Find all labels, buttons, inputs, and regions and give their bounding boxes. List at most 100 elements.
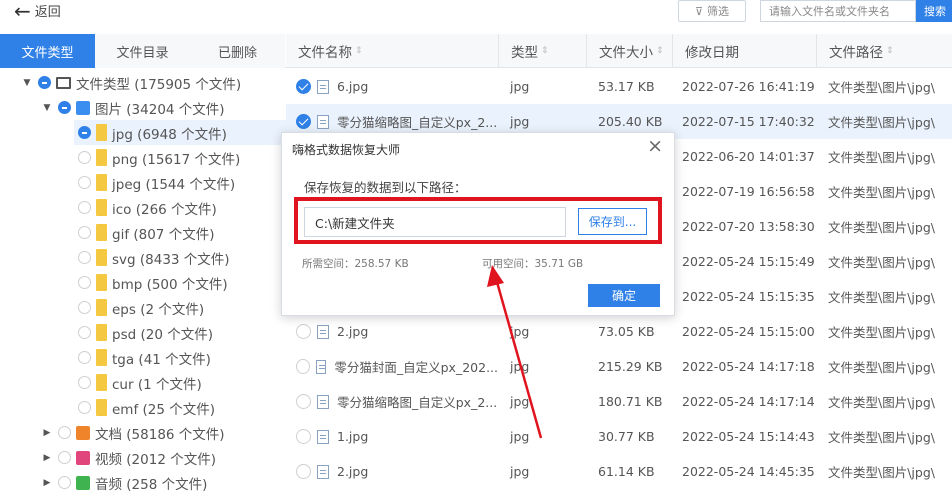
filter-icon: ⊽ [694, 4, 704, 18]
tree-item-gif[interactable]: gif (807 个文件) [78, 220, 214, 245]
tree-item-label: svg (8433 个文件) [112, 251, 230, 268]
caret-down-icon[interactable]: ▼ [40, 103, 54, 113]
cell-path: 文件类型\图片\jpg\ [828, 150, 935, 165]
row-checkbox[interactable] [296, 79, 311, 94]
tree-item-label: emf (25 个文件) [112, 401, 216, 418]
table-header: 文件名称 ⇕ 类型 ⇕ 文件大小 ⇕ 修改日期 文件路径 ⇕ [286, 34, 952, 68]
back-label: 返回 [34, 5, 61, 20]
cell-name: 2.jpg [296, 314, 498, 349]
tree-checkbox[interactable] [78, 401, 91, 414]
table-row[interactable]: 零分猫封面_自定义px_202... jpg 215.29 KB 2022-05-24… [286, 349, 952, 384]
column-header-label: 文件名称 [298, 45, 352, 61]
tree-checkbox[interactable] [78, 326, 91, 339]
caret-down-icon[interactable]: ▼ [20, 78, 34, 88]
tree-item-ico[interactable]: ico (266 个文件) [78, 195, 217, 220]
search-input[interactable] [760, 0, 916, 22]
cell-date: 2022-05-24 15:15:49 [682, 254, 815, 269]
image-file-icon [317, 114, 329, 129]
tree-item-cur[interactable]: cur (1 个文件) [78, 370, 202, 395]
cell-type: jpg [510, 79, 530, 94]
tree-checkbox[interactable] [78, 301, 91, 314]
image-file-icon [317, 394, 329, 409]
folder-icon [96, 149, 107, 166]
sort-icon: ⇕ [541, 46, 549, 56]
column-header-label: 文件大小 [599, 45, 653, 61]
column-header-name[interactable]: 文件名称 ⇕ [286, 34, 498, 68]
tab-file-directory[interactable]: 文件目录 [95, 34, 190, 68]
tree-item-psd[interactable]: psd (20 个文件) [78, 320, 213, 345]
tree-checkbox[interactable] [78, 201, 91, 214]
search-button[interactable]: 搜索 [916, 0, 952, 22]
row-checkbox[interactable] [296, 429, 311, 444]
search-label: 搜索 [924, 5, 946, 18]
caret-right-icon[interactable]: ▶ [40, 428, 54, 438]
tree-checkbox[interactable] [78, 276, 91, 289]
tree-item-audio[interactable]: ▶ 音频 (258 个文件) [40, 470, 207, 495]
tab-deleted[interactable]: 已删除 [190, 34, 285, 68]
tree-item-bmp[interactable]: bmp (500 个文件) [78, 270, 228, 295]
column-header-size[interactable]: 文件大小 ⇕ [586, 34, 672, 68]
tree-item-label: 视频 (2012 个文件) [95, 451, 216, 468]
tree-checkbox[interactable] [78, 376, 91, 389]
cell-path: 文件类型\图片\jpg\ [828, 115, 935, 130]
cell-name: 6.jpg [296, 69, 498, 104]
tree-item-images[interactable]: ▼ 图片 (34204 个文件) [40, 95, 225, 120]
tree-item-jpeg[interactable]: jpeg (1544 个文件) [78, 170, 235, 195]
tree-checkbox[interactable] [78, 126, 91, 139]
tree-item-label: psd (20 个文件) [112, 326, 213, 343]
filter-button[interactable]: ⊽ 筛选 [678, 0, 746, 22]
table-row[interactable]: 2.jpg jpg 73.05 KB 2022-05-24 15:15:00 文件类型\… [286, 314, 952, 349]
table-row[interactable]: 6.jpg jpg 53.17 KB 2022-07-26 16:41:19 文件类型\… [286, 69, 952, 104]
cell-name: 1.jpg [296, 419, 498, 454]
cell-date: 2022-07-15 17:40:32 [682, 114, 815, 129]
caret-right-icon[interactable]: ▶ [40, 453, 54, 463]
tree-checkbox[interactable] [78, 251, 91, 264]
table-row[interactable]: 1.jpg jpg 30.77 KB 2022-05-24 15:14:43 文件类型\… [286, 419, 952, 454]
tree-checkbox[interactable] [58, 451, 71, 464]
tree-item-jpg[interactable]: jpg (6948 个文件) [74, 120, 364, 145]
tree-checkbox[interactable] [78, 226, 91, 239]
filter-label: 筛选 [707, 5, 730, 18]
cell-name: 2.jpg [296, 454, 498, 489]
tree-checkbox[interactable] [58, 101, 71, 114]
tree-item-svg[interactable]: svg (8433 个文件) [78, 245, 230, 270]
caret-right-icon[interactable]: ▶ [40, 478, 54, 488]
row-checkbox[interactable] [296, 114, 311, 129]
confirm-button[interactable]: 确定 [588, 284, 660, 307]
cell-date: 2022-05-24 15:14:43 [682, 429, 815, 444]
cell-date: 2022-07-26 16:41:19 [682, 79, 815, 94]
row-checkbox[interactable] [296, 359, 310, 374]
column-header-date[interactable]: 修改日期 [672, 34, 816, 68]
tree-checkbox[interactable] [78, 151, 91, 164]
folder-icon [96, 299, 107, 316]
tree-item-emf[interactable]: emf (25 个文件) [78, 395, 215, 420]
row-checkbox[interactable] [296, 394, 311, 409]
tree-item-videos[interactable]: ▶ 视频 (2012 个文件) [40, 445, 216, 470]
tree-checkbox[interactable] [38, 76, 51, 89]
column-header-path[interactable]: 文件路径 ⇕ [816, 34, 952, 68]
dialog-title: 嗨格式数据恢复大师 [292, 143, 401, 157]
tree-checkbox[interactable] [78, 351, 91, 364]
back-button[interactable]: ← 返回 [14, 1, 61, 21]
table-row[interactable]: 2.jpg jpg 61.14 KB 2022-05-24 14:45:35 文件类型\… [286, 454, 952, 489]
folder-icon [96, 274, 107, 291]
tree-item-tga[interactable]: tga (41 个文件) [78, 345, 211, 370]
tree-item-all-types[interactable]: ▼ 文件类型 (175905 个文件) [20, 70, 241, 95]
table-row[interactable]: 零分猫缩略图_自定义px_2... jpg 180.71 KB 2022-05-24 … [286, 384, 952, 419]
column-header-type[interactable]: 类型 ⇕ [498, 34, 586, 68]
tree-item-documents[interactable]: ▶ 文档 (58186 个文件) [40, 420, 225, 445]
folder-icon [96, 174, 107, 191]
row-checkbox[interactable] [296, 324, 311, 339]
cell-type: jpg [510, 394, 530, 409]
row-checkbox[interactable] [296, 464, 311, 479]
tree-item-png[interactable]: png (15617 个文件) [78, 145, 240, 170]
cell-size: 30.77 KB [598, 429, 655, 444]
tab-file-type[interactable]: 文件类型 [0, 34, 95, 68]
tree-checkbox[interactable] [58, 426, 71, 439]
tree-checkbox[interactable] [78, 176, 91, 189]
tree-item-eps[interactable]: eps (2 个文件) [78, 295, 204, 320]
cell-type: jpg [510, 429, 530, 444]
tree-checkbox[interactable] [58, 476, 71, 489]
close-icon[interactable]: × [647, 135, 663, 157]
cell-size: 61.14 KB [598, 464, 655, 479]
